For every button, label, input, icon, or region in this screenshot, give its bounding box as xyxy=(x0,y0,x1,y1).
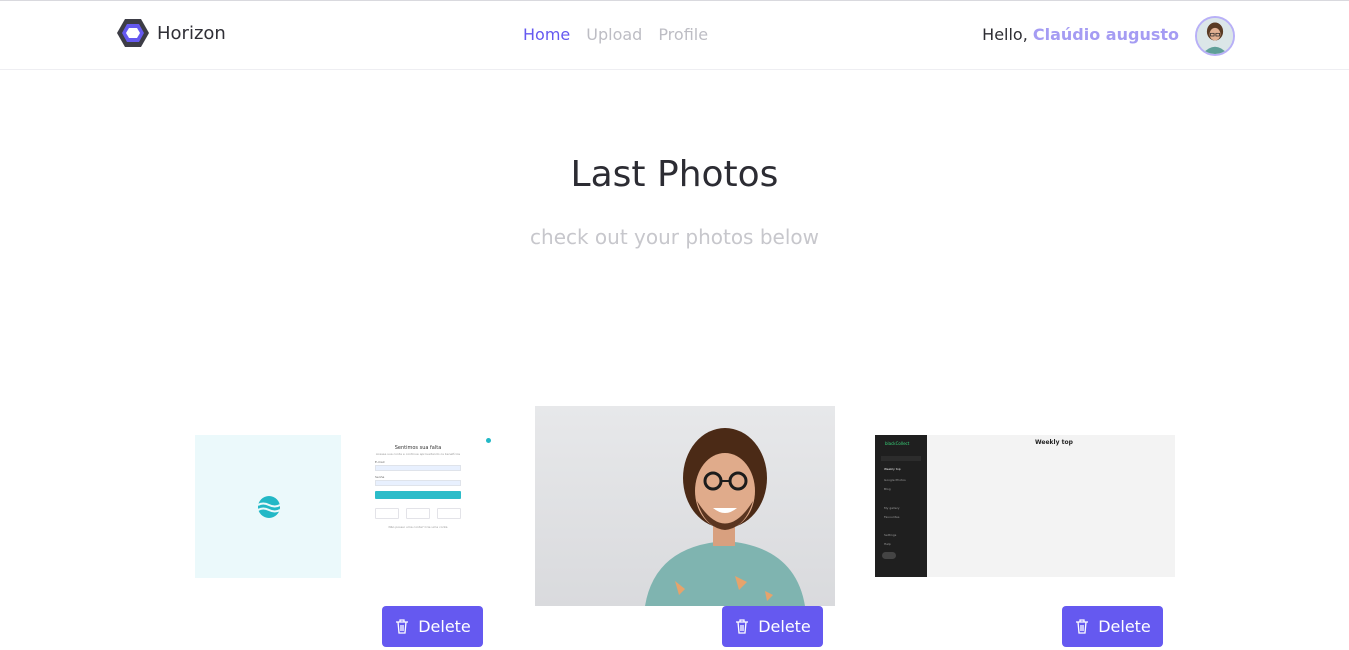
hexagon-logo-icon xyxy=(117,19,149,47)
preview-submit-button xyxy=(375,491,461,499)
portrait-image xyxy=(645,428,805,606)
brand-name: Horizon xyxy=(157,22,226,44)
delete-button-photo-2[interactable]: Delete xyxy=(722,606,823,647)
github-icon xyxy=(406,508,430,519)
preview-title: Sentimos sua falta xyxy=(394,445,442,451)
user-greeting: Hello, Claúdio augusto xyxy=(982,25,1179,44)
login-form-preview: Sentimos sua falta Acesse sua conta e co… xyxy=(375,445,461,529)
preview-search xyxy=(881,456,921,461)
google-icon xyxy=(375,508,399,519)
preview-sidebar: blackCollect Weekly top Google Photos Bl… xyxy=(875,435,927,577)
small-logo-icon xyxy=(486,438,491,443)
preview-email-label: E-mail xyxy=(375,460,385,464)
nav-home[interactable]: Home xyxy=(523,25,570,44)
photo-card-1-image[interactable]: Sentimos sua falta Acesse sua conta e co… xyxy=(195,435,495,578)
preview-sidebar-item: Google Photos xyxy=(884,478,906,482)
nav-profile[interactable]: Profile xyxy=(658,25,708,44)
preview-brand: blackCollect xyxy=(885,441,910,446)
page-title: Last Photos xyxy=(570,154,779,195)
delete-label: Delete xyxy=(418,617,471,636)
preview-subtitle: Acesse sua conta e continue aproveitando… xyxy=(375,452,461,456)
wave-logo-icon xyxy=(257,496,281,518)
nav-upload[interactable]: Upload xyxy=(586,25,642,44)
preview-footer: Não possui uma conta? Crie uma conta xyxy=(388,525,448,529)
login-illustration-panel xyxy=(195,435,341,578)
preview-email-field xyxy=(375,465,461,471)
preview-sidebar-item: Settings xyxy=(884,533,897,537)
preview-toggle xyxy=(882,552,896,559)
preview-password-field xyxy=(375,480,461,486)
preview-page-title: Weekly top xyxy=(1035,439,1073,446)
preview-sidebar-item: Favourites xyxy=(884,515,900,519)
delete-label: Delete xyxy=(1098,617,1151,636)
brand-logo[interactable]: Horizon xyxy=(116,17,226,49)
trash-icon xyxy=(396,619,409,634)
avatar[interactable] xyxy=(1195,16,1235,56)
preview-sidebar-item: Help xyxy=(884,542,891,546)
delete-button-photo-1[interactable]: Delete xyxy=(382,606,483,647)
preview-sidebar-item: Blog xyxy=(884,487,891,491)
preview-social-buttons xyxy=(375,508,461,519)
photo-card-2-image[interactable] xyxy=(535,406,835,606)
discord-icon xyxy=(437,508,461,519)
greeting-text: Hello, xyxy=(982,25,1028,44)
delete-button-photo-3[interactable]: Delete xyxy=(1062,606,1163,647)
trash-icon xyxy=(1076,619,1089,634)
page-subtitle: check out your photos below xyxy=(530,225,819,249)
user-name: Claúdio augusto xyxy=(1032,25,1179,44)
trash-icon xyxy=(736,619,749,634)
photo-card-3-image[interactable]: blackCollect Weekly top Google Photos Bl… xyxy=(875,435,1175,577)
user-avatar-image xyxy=(1197,18,1233,54)
main-nav: Home Upload Profile xyxy=(523,25,708,44)
delete-label: Delete xyxy=(758,617,811,636)
preview-sidebar-item: Weekly top xyxy=(884,467,901,471)
preview-password-label: Senha xyxy=(375,475,385,479)
top-navbar: Horizon Home Upload Profile Hello, Claúd… xyxy=(0,1,1349,70)
preview-sidebar-item: My gallery xyxy=(884,506,900,510)
